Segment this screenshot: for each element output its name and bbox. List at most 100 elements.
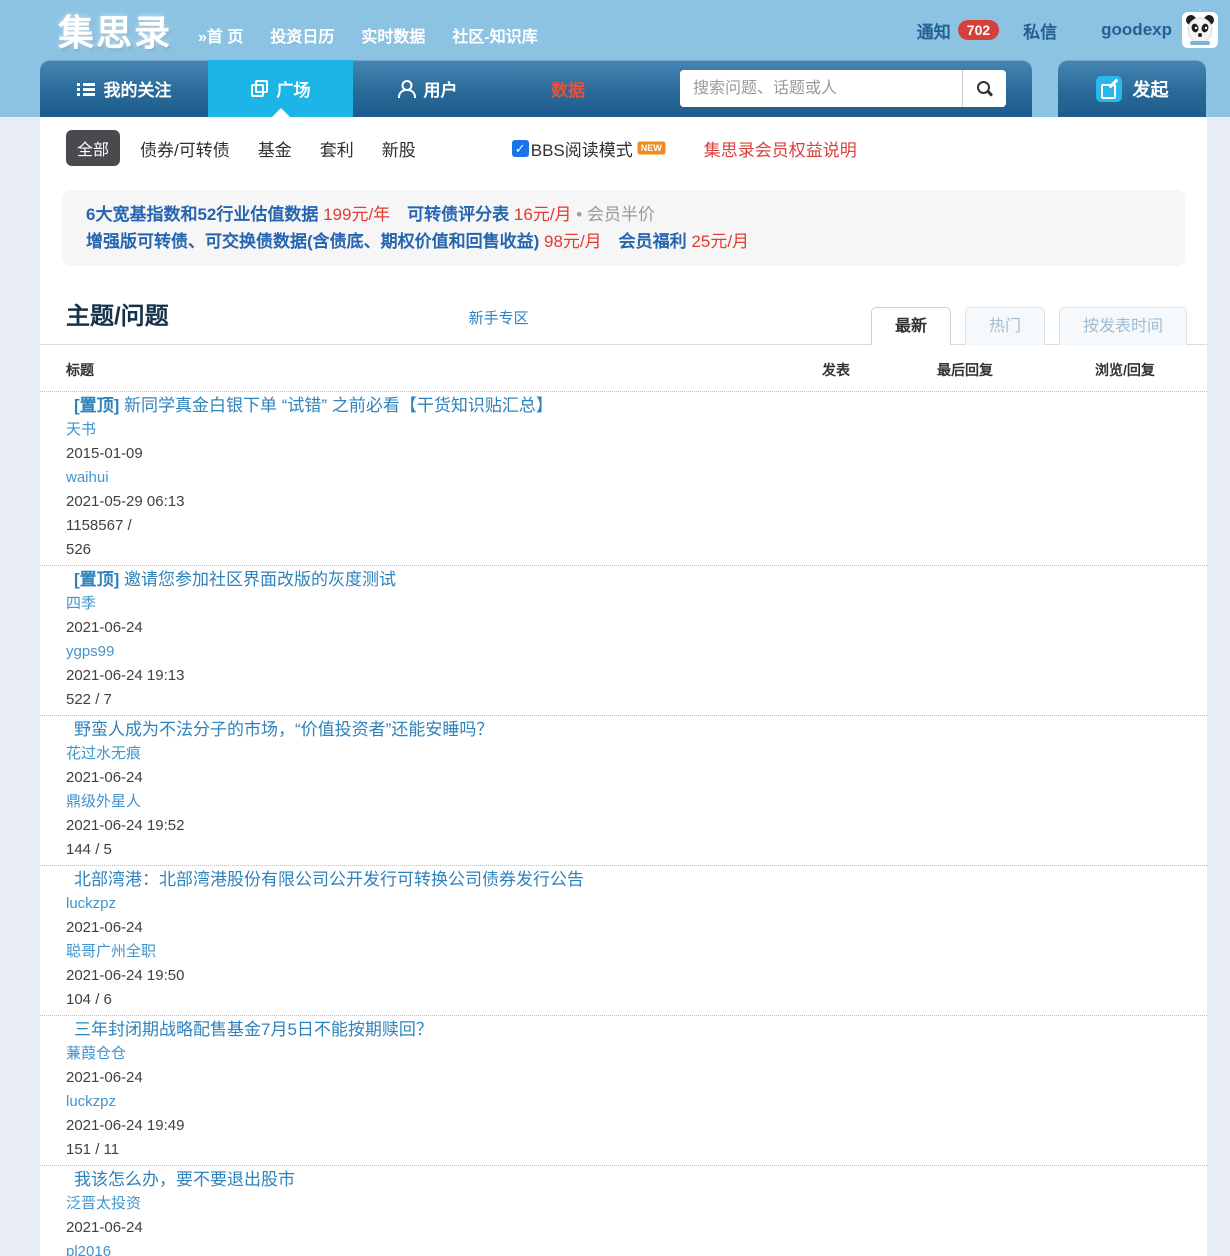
top-nav-link[interactable]: 投资日历 [270, 23, 334, 47]
topic-title-link[interactable]: [置顶] 新同学真金白银下单 “试错” 之前必看【干货知识贴汇总】 [66, 394, 1181, 418]
topic-author-link[interactable]: luckzpz [66, 892, 1181, 916]
topic-last-replier-link[interactable]: ygps99 [66, 640, 1181, 664]
promo-segment: 98元/月 [544, 232, 602, 251]
topic-views-replies: 144 / 5 [66, 841, 112, 858]
search-icon [976, 80, 993, 97]
topic-last-reply-time: 2021-06-24 19:49 [66, 1117, 185, 1134]
nav-tab-label: 数据 [551, 81, 585, 100]
topic-author-link[interactable]: 蒹葭仓仓 [66, 1042, 1181, 1066]
topic-date: 2015-01-09 [66, 445, 143, 462]
column-header: 标题 [66, 362, 94, 378]
nav-tab[interactable]: 用户 [353, 60, 503, 117]
filter-chip[interactable]: 债券/可转债 [140, 136, 230, 161]
bbs-mode-toggle[interactable]: BBS阅读模式 NEW [511, 136, 666, 161]
nav-tab[interactable]: 我的关注 [40, 60, 208, 117]
avatar[interactable] [1182, 12, 1218, 48]
topic-row: [置顶] 邀请您参加社区界面改版的灰度测试 四季 2021-06-24 ygps99 2… [40, 566, 1207, 716]
topic-author-link[interactable]: 天书 [66, 418, 1181, 442]
topic-replies: 526 [66, 541, 92, 558]
topic-date: 2021-06-24 [66, 619, 143, 636]
top-nav-link[interactable]: 社区-知识库 [452, 23, 537, 47]
nav-tab-label: 我的关注 [103, 81, 172, 100]
member-benefits-link[interactable]: 集思录会员权益说明 [704, 136, 857, 161]
topic-last-replier-link[interactable]: 聪哥广州全职 [66, 940, 1181, 964]
topic-views-replies: 104 / 6 [66, 991, 112, 1008]
filter-row: 全部债券/可转债 基金 套利 新股 BBS阅读模式 NEW 集思录会员权益说明 [40, 117, 1207, 181]
nav-tab[interactable]: 广场 [208, 60, 353, 117]
topic-title-link[interactable]: 我该怎么办，要不要退出股市 [66, 1168, 1181, 1192]
promo-segment: 可转债评分表 [390, 205, 514, 224]
bbs-mode-label: BBS阅读模式 [530, 140, 633, 160]
content-panel: 全部债券/可转债 基金 套利 新股 BBS阅读模式 NEW 集思录会员权益说明 6大宽… [40, 117, 1207, 1256]
topic-last-replier-link[interactable]: waihui [66, 466, 1181, 490]
topic-last-reply-time: 2021-06-24 19:52 [66, 817, 185, 834]
column-header: 最后回复 [937, 362, 993, 378]
promo-box[interactable]: 6大宽基指数和52行业估值数据 199元/年 可转债评分表 16元/月 • 会员… [62, 190, 1185, 266]
sort-tab[interactable]: 按发表时间 [1058, 307, 1187, 345]
nav-tabs: 我的关注 广场 用户 数据 [40, 60, 623, 117]
table-header: 标题 发表 最后回复 浏览/回复 [40, 345, 1207, 392]
filter-chip[interactable]: 基金 [258, 136, 292, 161]
edit-icon [1095, 75, 1122, 102]
topic-title-link[interactable]: 野蛮人成为不法分子的市场，“价值投资者”还能安睡吗？ [66, 718, 1181, 742]
topic-views-replies: 151 / 11 [66, 1141, 120, 1158]
sort-tab[interactable]: 最新 [870, 307, 951, 345]
filter-chip[interactable]: 全部 [66, 130, 121, 166]
promo-segment: 25元/月 [691, 232, 750, 251]
column-header: 浏览/回复 [1095, 362, 1155, 378]
nav-tab-label: 用户 [423, 81, 458, 100]
topic-row: 三年封闭期战略配售基金7月5日不能按期赎回？ 蒹葭仓仓 2021-06-24 luck… [40, 1016, 1207, 1166]
panda-avatar-image [1182, 12, 1218, 48]
topic-author-link[interactable]: 花过水无痕 [66, 742, 1181, 766]
username-link[interactable]: goodexp [1101, 20, 1172, 40]
topbar: 集思录 »首 页 投资日历 实时数据 社区-知识库 通知 702 私信 goodexp [0, 0, 1230, 60]
messages-link[interactable]: 私信 [1023, 18, 1057, 43]
top-nav-link[interactable]: 实时数据 [361, 23, 425, 47]
topic-last-reply-time: 2021-06-24 19:50 [66, 967, 185, 984]
promo-segment: 会员福利 [601, 232, 692, 251]
topic-row: 野蛮人成为不法分子的市场，“价值投资者”还能安睡吗？ 花过水无痕 2021-06-2… [40, 716, 1207, 866]
pinned-badge: [置顶] [74, 396, 125, 415]
create-post-label: 发起 [1132, 79, 1169, 100]
topic-views: 1158567 / [66, 517, 132, 534]
column-header: 发表 [822, 362, 850, 378]
topic-title-link[interactable]: [置顶] 邀请您参加社区界面改版的灰度测试 [66, 568, 1181, 592]
bbs-checkbox[interactable] [511, 139, 529, 157]
topic-title-link[interactable]: 北部湾港：北部湾港股份有限公司公开发行可转换公司债券发行公告 [66, 868, 1181, 892]
nav-tab-label: 广场 [276, 81, 311, 100]
topbar-right: 通知 702 私信 goodexp [917, 12, 1218, 48]
topic-last-replier-link[interactable]: 鼎级外星人 [66, 790, 1181, 814]
main-nav: 我的关注 广场 用户 数据 [40, 60, 1032, 117]
top-nav-link[interactable]: »首 页 [198, 23, 243, 47]
topic-views-replies: 522 / 7 [66, 691, 112, 708]
topic-author-link[interactable]: 泛晋太投资 [66, 1192, 1181, 1216]
topic-last-replier-link[interactable]: pl2016 [66, 1240, 1181, 1256]
sort-tab[interactable]: 热门 [964, 307, 1045, 345]
search-box [680, 70, 1006, 107]
newbie-zone-link[interactable]: 新手专区 [469, 307, 529, 344]
nav-tab[interactable]: 数据 [513, 60, 623, 117]
page-title: 主题/问题 [66, 303, 169, 330]
topic-title-link[interactable]: 三年封闭期战略配售基金7月5日不能按期赎回？ [66, 1018, 1181, 1042]
promo-line-2: 增强版可转债、可交换债数据(含债底、期权价值和回售收益) 98元/月 会员福利 … [86, 228, 1161, 255]
search-input[interactable] [680, 70, 962, 107]
topic-row: 北部湾港：北部湾港股份有限公司公开发行可转换公司债券发行公告 luckzpz 202… [40, 866, 1207, 1016]
pinned-badge: [置顶] [74, 570, 125, 589]
topic-last-reply-time: 2021-06-24 19:13 [66, 667, 185, 684]
filter-chip[interactable]: 新股 [382, 136, 416, 161]
notification-count-badge[interactable]: 702 [957, 20, 1000, 40]
topic-date: 2021-06-24 [66, 769, 143, 786]
grid-icon [250, 80, 268, 97]
notifications-link[interactable]: 通知 [917, 18, 951, 43]
filter-chip[interactable]: 套利 [320, 136, 354, 161]
search-button[interactable] [962, 70, 1006, 107]
topic-last-replier-link[interactable]: luckzpz [66, 1090, 1181, 1114]
create-post-button[interactable]: 发起 [1095, 75, 1169, 102]
topic-date: 2021-06-24 [66, 919, 143, 936]
topic-author-link[interactable]: 四季 [66, 592, 1181, 616]
topic-date: 2021-06-24 [66, 1069, 143, 1086]
site-logo[interactable]: 集思录 [58, 4, 172, 56]
topic-row: [置顶] 新同学真金白银下单 “试错” 之前必看【干货知识贴汇总】 天书 2015-… [40, 392, 1207, 566]
topic-last-reply-time: 2021-05-29 06:13 [66, 493, 185, 510]
topic-list: [置顶] 新同学真金白银下单 “试错” 之前必看【干货知识贴汇总】 天书 2015-… [40, 392, 1207, 1256]
